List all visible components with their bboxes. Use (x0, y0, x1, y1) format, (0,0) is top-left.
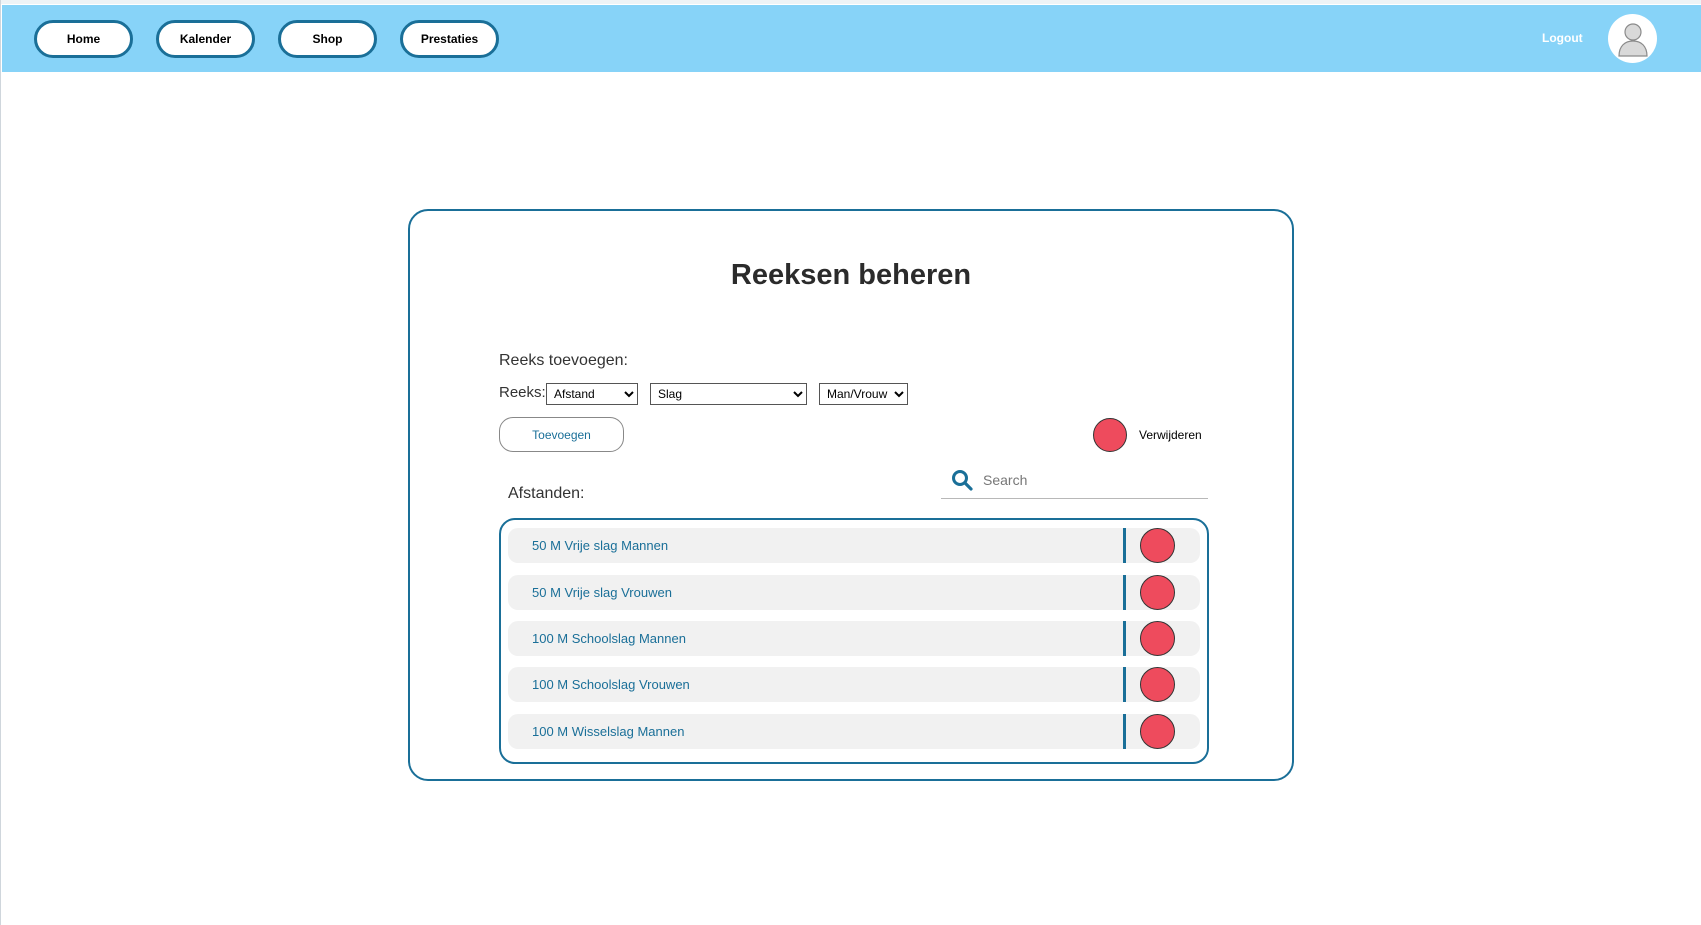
row-divider (1123, 575, 1126, 610)
reeks-label: Reeks: (499, 384, 546, 401)
delete-button[interactable] (1140, 667, 1175, 702)
delete-legend-dot (1093, 418, 1127, 452)
delete-button[interactable] (1140, 714, 1175, 749)
nav-kalender-button[interactable]: Kalender (156, 20, 255, 58)
delete-button[interactable] (1140, 528, 1175, 563)
nav-prestaties-button[interactable]: Prestaties (400, 20, 499, 58)
add-series-label: Reeks toevoegen: (499, 352, 628, 369)
gender-select[interactable]: Man/Vrouw (819, 383, 908, 405)
add-button[interactable]: Toevoegen (499, 417, 624, 452)
list-item[interactable]: 100 M Schoolslag Vrouwen (508, 667, 1200, 702)
list-item-label: 50 M Vrije slag Vrouwen (532, 585, 672, 600)
top-navbar: Home Kalender Shop Prestaties Logout (2, 5, 1701, 72)
delete-button[interactable] (1140, 621, 1175, 656)
delete-button[interactable] (1140, 575, 1175, 610)
page: Home Kalender Shop Prestaties Logout Ree… (0, 0, 1701, 925)
search-box (941, 461, 1208, 499)
list-item-label: 100 M Wisselslag Mannen (532, 724, 685, 739)
reeksen-card: Reeksen beheren Reeks toevoegen: Reeks: … (408, 209, 1294, 781)
avatar[interactable] (1608, 14, 1657, 63)
top-edge (0, 0, 1701, 4)
list-item[interactable]: 100 M Schoolslag Mannen (508, 621, 1200, 656)
afstanden-label: Afstanden: (508, 485, 585, 502)
search-icon[interactable] (951, 469, 973, 491)
list-item[interactable]: 100 M Wisselslag Mannen (508, 714, 1200, 749)
row-divider (1123, 528, 1126, 563)
list-item-label: 100 M Schoolslag Vrouwen (532, 677, 690, 692)
afstand-select[interactable]: Afstand (546, 383, 638, 405)
row-divider (1123, 621, 1126, 656)
row-divider (1123, 667, 1126, 702)
delete-legend-label: Verwijderen (1139, 428, 1202, 442)
list-item[interactable]: 50 M Vrije slag Vrouwen (508, 575, 1200, 610)
list-item[interactable]: 50 M Vrije slag Mannen (508, 528, 1200, 563)
nav-home-button[interactable]: Home (34, 20, 133, 58)
nav-shop-button[interactable]: Shop (278, 20, 377, 58)
left-edge (0, 0, 1, 925)
logout-link[interactable]: Logout (1542, 31, 1583, 45)
afstanden-list: 50 M Vrije slag Mannen 50 M Vrije slag V… (499, 518, 1209, 764)
search-input[interactable] (983, 469, 1198, 491)
slag-select[interactable]: Slag (650, 383, 807, 405)
row-divider (1123, 714, 1126, 749)
list-item-label: 50 M Vrije slag Mannen (532, 538, 669, 553)
page-title: Reeksen beheren (730, 259, 972, 291)
user-icon (1617, 22, 1648, 57)
list-item-label: 100 M Schoolslag Mannen (532, 631, 686, 646)
